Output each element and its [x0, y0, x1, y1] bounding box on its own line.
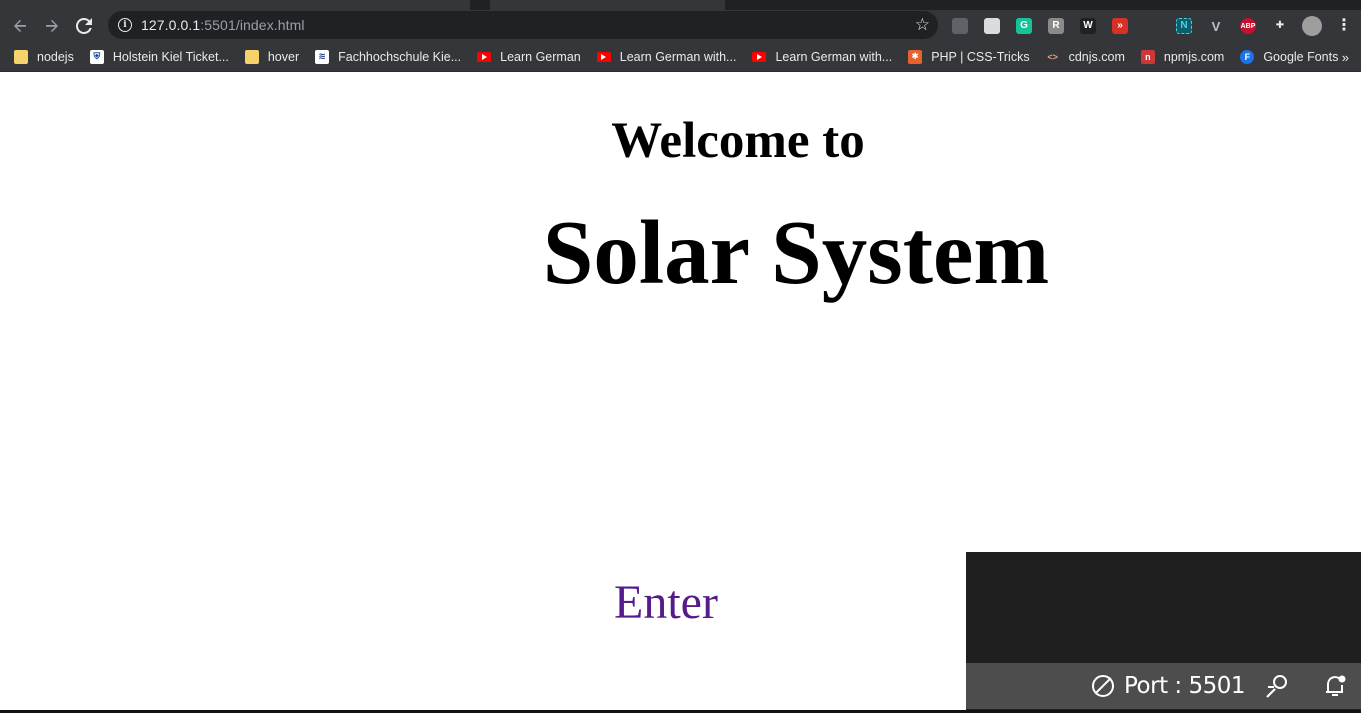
grammarly-extension-button[interactable]: G: [1008, 10, 1040, 42]
bookmark-item[interactable]: <> cdnjs.com: [1038, 42, 1133, 72]
holstein-icon: ⛨: [89, 49, 104, 64]
back-button[interactable]: [4, 10, 36, 42]
welcome-heading: Welcome to: [611, 113, 865, 169]
kebab-menu-button[interactable]: ⋮: [1328, 10, 1360, 42]
reload-button[interactable]: [68, 10, 100, 42]
folder-icon: [14, 49, 28, 64]
adblock-extension-icon: ABP: [1240, 18, 1256, 34]
page-title: Solar System: [542, 202, 1050, 303]
bookmark-label: PHP | CSS-Tricks: [931, 49, 1030, 64]
tab[interactable]: [0, 0, 470, 10]
bookmark-item[interactable]: hover: [237, 42, 307, 72]
site-info-icon[interactable]: i: [118, 18, 132, 32]
editor-panel-overlay: Port : 5501: [966, 552, 1361, 713]
bookmark-item[interactable]: ✱ PHP | CSS-Tricks: [900, 42, 1037, 72]
url-host: 127.0.0.1: [141, 17, 201, 33]
camera-extension-icon: [952, 18, 968, 34]
csstricks-icon: ✱: [908, 49, 923, 64]
bookmark-item[interactable]: Learn German with...: [589, 42, 745, 72]
forward-extension-icon: »: [1112, 18, 1128, 34]
document-extension-button[interactable]: [976, 10, 1008, 42]
youtube-icon: [596, 51, 611, 62]
address-bar[interactable]: i 127.0.0.1:5501/index.html ☆: [108, 11, 938, 39]
adblock-extension-button[interactable]: ABP: [1232, 10, 1264, 42]
notification-bell-icon[interactable]: [1322, 673, 1348, 699]
bookmark-item[interactable]: F Google Fonts: [1232, 42, 1346, 72]
puzzle-extension-icon: ✚: [1272, 18, 1288, 34]
font-extension-button[interactable]: R: [1040, 10, 1072, 42]
forward-button[interactable]: [36, 10, 68, 42]
browser-toolbar: i 127.0.0.1:5501/index.html ☆ G R W » N V ABP ✚…: [0, 10, 1361, 42]
camera-extension-button[interactable]: [944, 10, 976, 42]
url-path: :5501/index.html: [200, 17, 305, 33]
port-label: Port : 5501: [1124, 673, 1246, 699]
status-bar: Port : 5501: [966, 663, 1361, 709]
enter-link[interactable]: Enter: [614, 575, 718, 630]
no-entry-icon: [1092, 675, 1114, 697]
youtube-icon: [752, 51, 767, 62]
gfonts-icon: F: [1240, 49, 1255, 64]
back-arrow-icon: [14, 19, 26, 32]
forward-extension-button[interactable]: »: [1104, 10, 1136, 42]
bookmark-label: Learn German: [500, 49, 581, 64]
bookmark-item[interactable]: Learn German with...: [744, 42, 900, 72]
bookmarks-bar: nodejs ⛨ Holstein Kiel Ticket... hover ≋ Fach…: [0, 42, 1361, 72]
fh-icon: ≋: [315, 49, 330, 64]
npm-icon: n: [1140, 49, 1155, 64]
bookmark-item[interactable]: ⛨ Holstein Kiel Ticket...: [82, 42, 237, 72]
bookmark-label: Fachhochschule Kie...: [338, 49, 462, 64]
grammarly-extension-icon: G: [1016, 18, 1032, 34]
n-extension-icon: N: [1176, 18, 1192, 34]
bookmark-item[interactable]: n npmjs.com: [1133, 42, 1232, 72]
bookmark-label: Learn German with...: [775, 49, 893, 64]
tab[interactable]: [490, 0, 725, 10]
forward-arrow-icon: [46, 19, 58, 32]
profile-avatar-icon: [1302, 16, 1322, 36]
tab-strip: [0, 0, 1361, 10]
bookmark-star-icon[interactable]: ☆: [915, 15, 930, 35]
vue-extension-icon: V: [1208, 18, 1224, 34]
url-text[interactable]: 127.0.0.1:5501/index.html: [141, 17, 305, 33]
vue-extension-button[interactable]: V: [1200, 10, 1232, 42]
puzzle-extension-button[interactable]: ✚: [1264, 10, 1296, 42]
feedback-icon[interactable]: [1264, 673, 1292, 699]
bookmark-item[interactable]: ≋ Fachhochschule Kie...: [307, 42, 469, 72]
color-picker-extension-button[interactable]: [1136, 10, 1168, 42]
reload-icon: [76, 18, 92, 34]
profile-avatar-button[interactable]: [1296, 10, 1328, 42]
bookmark-label: Holstein Kiel Ticket...: [112, 49, 229, 64]
bookmark-item[interactable]: nodejs: [0, 42, 82, 72]
live-server-port-button[interactable]: Port : 5501: [1092, 663, 1246, 709]
bookmark-label: cdnjs.com: [1068, 49, 1125, 64]
wordtune-extension-icon: W: [1080, 18, 1096, 34]
bookmarks-overflow-icon[interactable]: »: [1342, 50, 1349, 65]
n-extension-button[interactable]: N: [1168, 10, 1200, 42]
bookmark-label: hover: [267, 49, 300, 64]
kebab-menu-icon: ⋮: [1336, 17, 1352, 34]
wordtune-extension-button[interactable]: W: [1072, 10, 1104, 42]
extension-icons: G R W » N V ABP ✚ ⋮: [944, 10, 1360, 42]
document-extension-icon: [984, 18, 1000, 34]
bookmark-label: nodejs: [37, 49, 74, 64]
folder-icon: [244, 49, 259, 64]
bookmark-item[interactable]: Learn German: [469, 42, 589, 72]
color-picker-extension-icon: [1144, 18, 1160, 34]
font-extension-icon: R: [1048, 18, 1064, 34]
code-icon: <>: [1047, 51, 1058, 62]
bookmark-label: npmjs.com: [1163, 49, 1225, 64]
bookmark-label: Learn German with...: [619, 49, 737, 64]
youtube-icon: [477, 51, 492, 62]
bookmark-label: Google Fonts: [1263, 49, 1339, 64]
